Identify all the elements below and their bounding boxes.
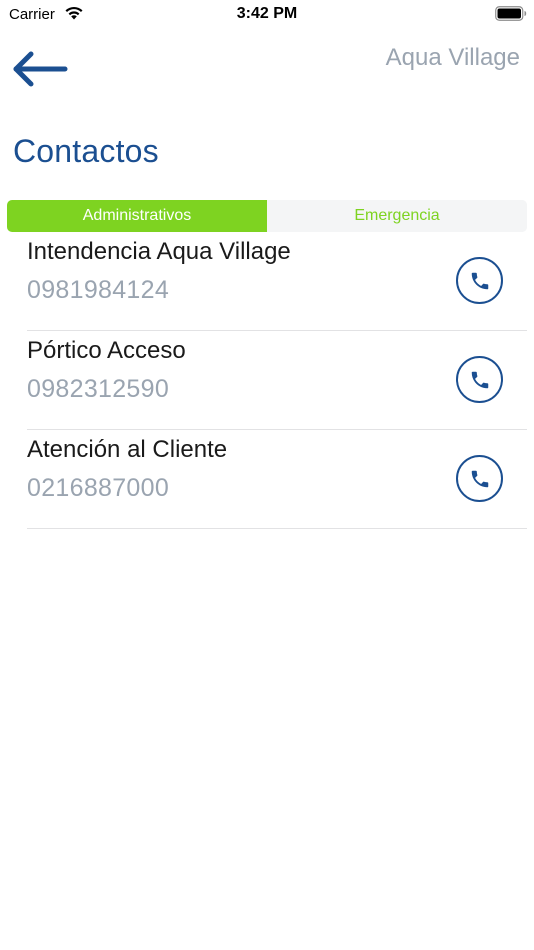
nav-title: Aqua Village xyxy=(385,44,520,71)
clock: 3:42 PM xyxy=(236,5,298,22)
arrow-left-icon xyxy=(13,51,68,87)
call-button[interactable] xyxy=(456,257,503,304)
tab-emergencia[interactable]: Emergencia xyxy=(267,200,527,232)
page-title: Contactos xyxy=(13,133,159,169)
contact-name: Intendencia Aqua Village xyxy=(27,238,291,265)
contact-type-tabs: Administrativos Emergencia xyxy=(7,200,527,232)
contact-phone: 0216887000 xyxy=(27,474,170,502)
contact-row[interactable]: Atención al Cliente 0216887000 xyxy=(27,430,527,529)
contact-row[interactable]: Pórtico Acceso 0982312590 xyxy=(27,331,527,430)
contact-phone: 0982312590 xyxy=(27,375,170,403)
phone-icon xyxy=(471,371,488,388)
battery-icon xyxy=(495,6,527,21)
tab-administrativos[interactable]: Administrativos xyxy=(7,200,267,232)
phone-icon xyxy=(471,470,488,487)
phone-icon xyxy=(471,272,488,289)
contact-name: Pórtico Acceso xyxy=(27,337,186,364)
back-button[interactable] xyxy=(10,48,70,90)
call-button[interactable] xyxy=(456,455,503,502)
contact-phone: 0981984124 xyxy=(27,276,170,304)
call-button[interactable] xyxy=(456,356,503,403)
status-bar: Carrier 3:42 PM xyxy=(0,0,534,30)
contacts-list: Intendencia Aqua Village 0981984124 Pórt… xyxy=(27,232,527,529)
contact-row[interactable]: Intendencia Aqua Village 0981984124 xyxy=(27,232,527,331)
contact-name: Atención al Cliente xyxy=(27,436,228,463)
